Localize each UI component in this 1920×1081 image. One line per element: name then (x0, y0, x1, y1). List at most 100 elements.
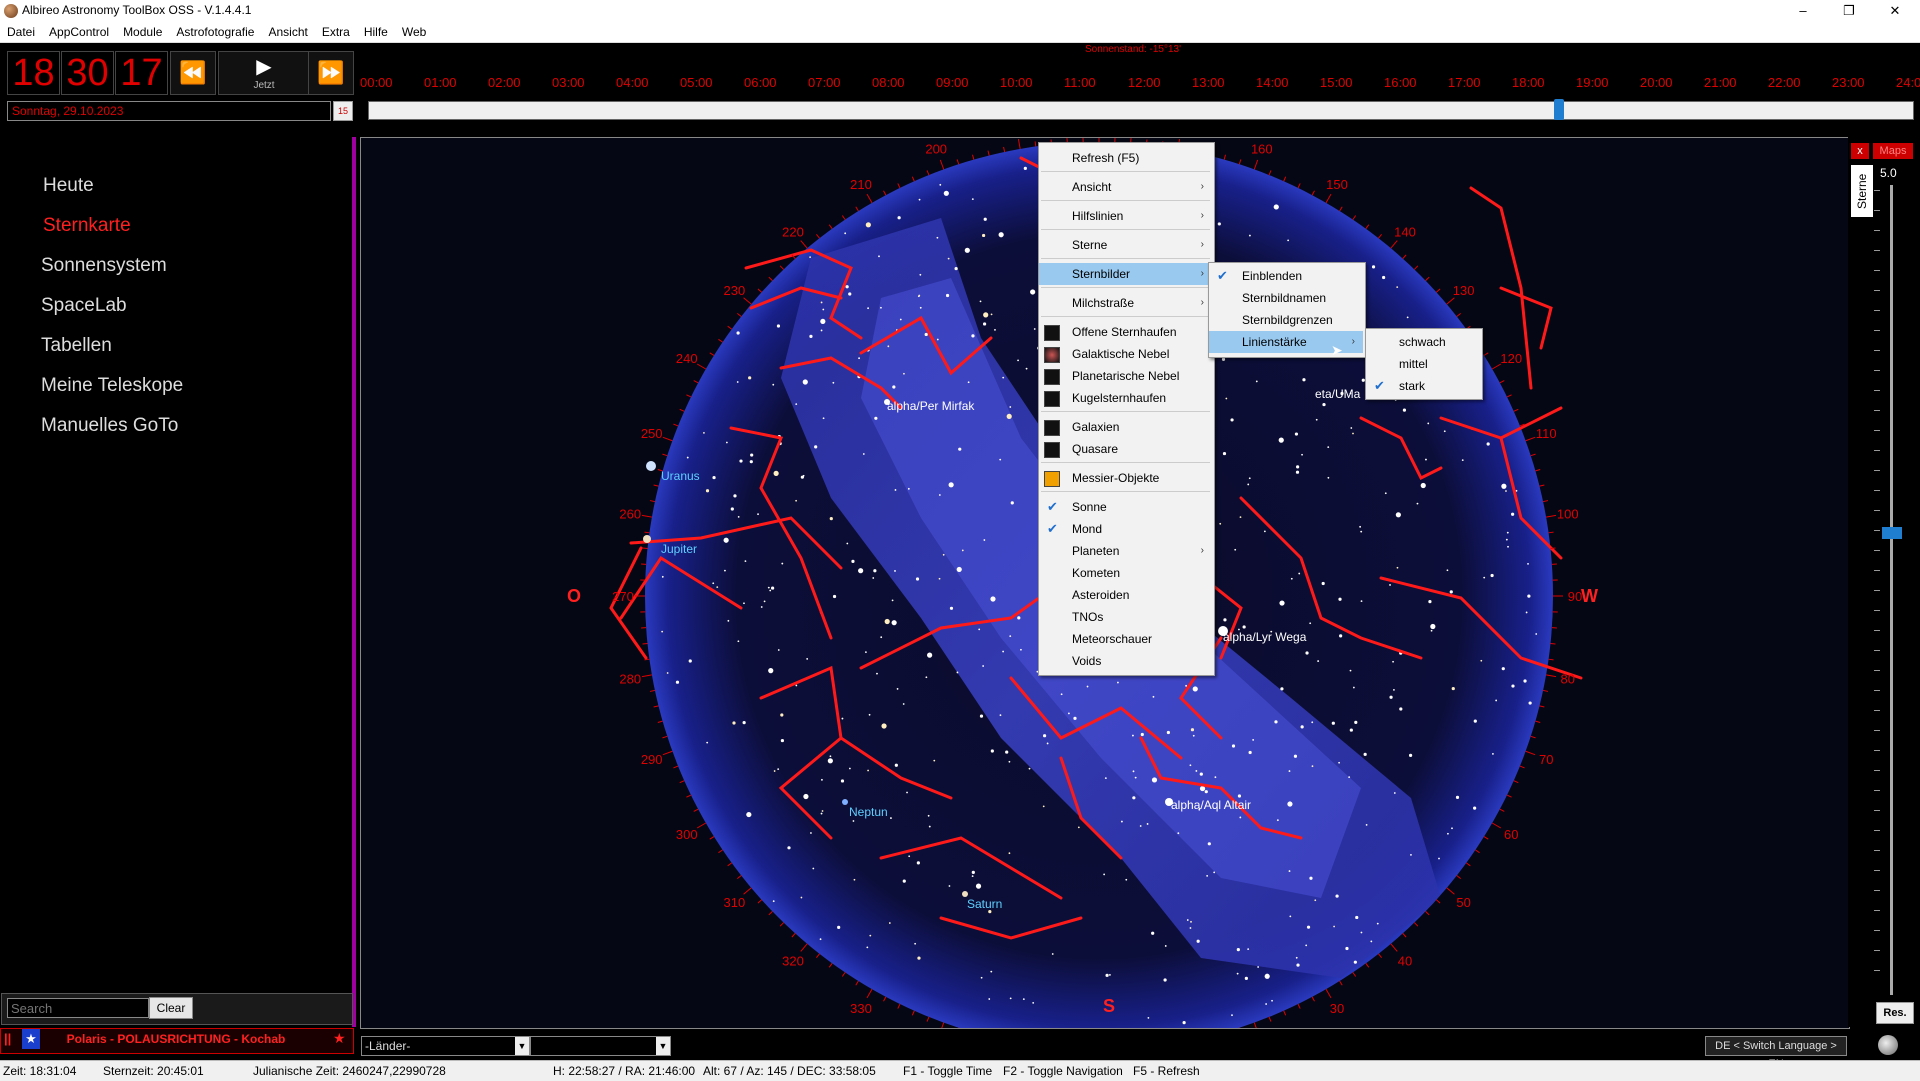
nav-manuelles-goto[interactable]: Manuelles GoTo (41, 415, 178, 437)
menu-item-planeten[interactable]: Planeten› (1039, 540, 1212, 562)
menu-appcontrol[interactable]: AppControl (42, 22, 116, 42)
menu-item-schwach[interactable]: schwach (1366, 331, 1480, 353)
menu-item-voids[interactable]: Voids (1039, 650, 1212, 672)
menu-item-sonne[interactable]: ✔Sonne (1039, 496, 1212, 518)
menu-item-messier-objekte[interactable]: Messier-Objekte (1039, 467, 1212, 489)
nav-meine-teleskope[interactable]: Meine Teleskope (41, 375, 183, 397)
timeline-track[interactable] (368, 101, 1914, 120)
timeline-hour: 01:00 (424, 75, 457, 90)
sterne-tab[interactable]: Sterne (1851, 165, 1873, 217)
timeline-thumb[interactable] (1554, 99, 1564, 120)
seconds-display[interactable]: 17 (115, 51, 168, 95)
menu-separator (1041, 258, 1210, 259)
menu-hilfe[interactable]: Hilfe (357, 22, 395, 42)
close-button[interactable]: ✕ (1872, 0, 1918, 22)
menu-extra[interactable]: Extra (315, 22, 357, 42)
timeline-hour: 06:00 (744, 75, 777, 90)
menu-item-meteorschauer[interactable]: Meteorschauer (1039, 628, 1212, 650)
azimuth-tick (884, 997, 886, 1001)
menu-item-mond[interactable]: ✔Mond (1039, 518, 1212, 540)
nav-heute[interactable]: Heute (43, 175, 94, 197)
menu-item-galaxien[interactable]: Galaxien (1039, 416, 1212, 438)
magnitude-slider-thumb[interactable] (1882, 527, 1902, 539)
menu-datei[interactable]: Datei (0, 22, 42, 42)
play-button[interactable]: ▶ Jetzt (218, 51, 310, 95)
magnitude-slider-track[interactable] (1890, 185, 1893, 995)
azimuth-tick (1426, 277, 1430, 280)
star (737, 381, 739, 383)
altair-label: alpha/Aql Altair (1171, 798, 1251, 812)
azimuth-tick (1475, 850, 1479, 853)
minimize-button[interactable]: – (1780, 0, 1826, 22)
menu-item-sterne[interactable]: Sterne› (1039, 234, 1212, 256)
calendar-icon[interactable]: 15 (333, 101, 353, 121)
menu-item-offene-sternhaufen[interactable]: Offene Sternhaufen (1039, 321, 1212, 343)
slider-tick (1874, 510, 1880, 511)
star (1339, 634, 1342, 637)
uranus-marker[interactable] (646, 461, 656, 471)
city-select[interactable]: ▼ (530, 1036, 671, 1056)
maps-button[interactable]: Maps (1873, 143, 1913, 159)
menu-ansicht[interactable]: Ansicht (261, 22, 314, 42)
clear-button[interactable]: Clear (149, 997, 193, 1019)
menu-module[interactable]: Module (116, 22, 169, 42)
menu-item-galaktische-nebel[interactable]: Galaktische Nebel (1039, 343, 1212, 365)
menu-web[interactable]: Web (395, 22, 433, 42)
maximize-button[interactable]: ❐ (1826, 0, 1872, 22)
star (1492, 753, 1494, 755)
menu-item-refresh-f5-[interactable]: Refresh (F5) (1039, 147, 1212, 169)
star (1397, 567, 1399, 569)
star (689, 659, 692, 662)
menu-item-sternbildnamen[interactable]: Sternbildnamen (1209, 287, 1363, 309)
language-switch-button[interactable]: DE < Switch Language > EN (1705, 1036, 1847, 1056)
star (1389, 696, 1392, 699)
search-input[interactable] (7, 998, 149, 1018)
jupiter-marker[interactable] (643, 535, 651, 543)
reset-button[interactable]: Res. (1876, 1002, 1914, 1024)
star-map[interactable]: 2002102202302402502602702802903003103203… (360, 137, 1850, 1029)
azimuth-tick (1340, 207, 1343, 211)
star (1527, 563, 1529, 565)
menu-item-mittel[interactable]: mittel (1366, 353, 1480, 375)
menu-item-milchstraße[interactable]: Milchstraße› (1039, 292, 1212, 314)
azimuth-tick (694, 381, 698, 383)
country-select[interactable]: -Länder- ▼ (361, 1036, 530, 1056)
menu-item-planetarische-nebel[interactable]: Planetarische Nebel (1039, 365, 1212, 387)
menu-item-kugelsternhaufen[interactable]: Kugelsternhaufen (1039, 387, 1212, 409)
globe-icon[interactable] (1878, 1035, 1898, 1055)
menu-item-stark[interactable]: ✔stark (1366, 375, 1480, 397)
menu-item-ansicht[interactable]: Ansicht› (1039, 176, 1212, 198)
star (1298, 573, 1300, 575)
star-red-icon[interactable]: ★ (333, 1030, 346, 1047)
minutes-display[interactable]: 30 (61, 51, 114, 95)
nav-spacelab[interactable]: SpaceLab (41, 295, 127, 317)
menu-item-tnos[interactable]: TNOs (1039, 606, 1212, 628)
neptun-marker[interactable] (842, 799, 848, 805)
nav-tabellen[interactable]: Tabellen (41, 335, 112, 357)
sidebar-splitter[interactable] (352, 137, 356, 1027)
menu-item-sternbilder[interactable]: Sternbilder› (1039, 263, 1212, 285)
azimuth-tick (650, 690, 655, 691)
menu-item-einblenden[interactable]: ✔Einblenden (1209, 265, 1363, 287)
slider-tick (1874, 710, 1880, 711)
azimuth-tick (1312, 997, 1314, 1001)
menu-item-hilfslinien[interactable]: Hilfslinien› (1039, 205, 1212, 227)
close-panel-button[interactable]: x (1851, 143, 1869, 159)
hours-display[interactable]: 18 (7, 51, 60, 95)
status-julian-date: Julianische Zeit: 2460247,22990728 (253, 1064, 446, 1078)
menu-item-kometen[interactable]: Kometen (1039, 562, 1212, 584)
menu-item-asteroiden[interactable]: Asteroiden (1039, 584, 1212, 606)
star (858, 568, 863, 573)
menu-item-quasare[interactable]: Quasare (1039, 438, 1212, 460)
polaris-alignment-text[interactable]: Polaris - POLAUSRICHTUNG - Kochab (0, 1032, 352, 1046)
date-field[interactable]: Sonntag, 29.10.2023 (7, 101, 331, 121)
star (1535, 633, 1537, 635)
menu-astrofotografie[interactable]: Astrofotografie (169, 22, 261, 42)
nav-sternkarte[interactable]: Sternkarte (43, 215, 131, 237)
fast-forward-icon[interactable]: ⏩ (308, 51, 354, 95)
star (1393, 689, 1395, 691)
menu-item-sternbildgrenzen[interactable]: Sternbildgrenzen (1209, 309, 1363, 331)
nav-sonnensystem[interactable]: Sonnensystem (41, 255, 167, 277)
star (809, 256, 811, 258)
rewind-icon[interactable]: ⏪ (170, 51, 216, 95)
